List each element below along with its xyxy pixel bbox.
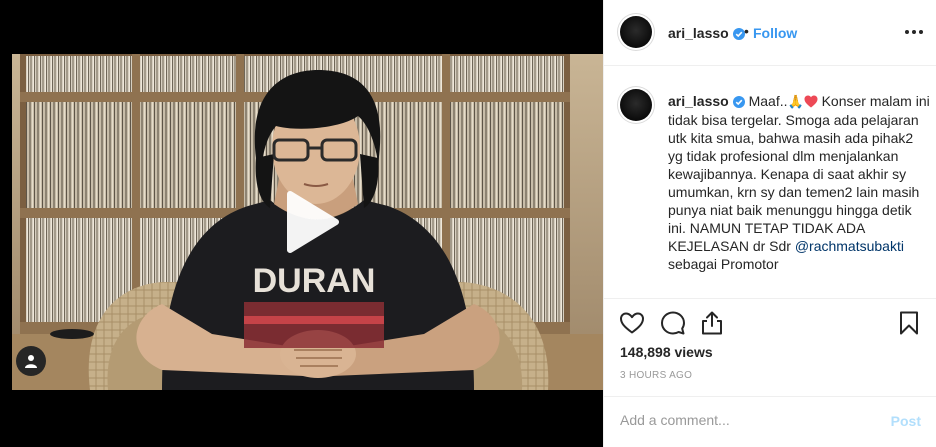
video-frame: DURAN xyxy=(12,54,603,390)
pray-emoji-icon: 🙏 xyxy=(787,94,804,109)
comment-icon xyxy=(661,311,685,335)
save-button[interactable] xyxy=(895,309,923,337)
comments-section: ari_lasso Maaf..🙏 Konser malam ini tidak… xyxy=(604,67,936,298)
post-caption: ari_lasso Maaf..🙏 Konser malam ini tidak… xyxy=(668,92,930,273)
play-button[interactable] xyxy=(270,186,342,258)
verified-badge-icon xyxy=(732,28,745,40)
verified-badge-icon xyxy=(732,96,745,108)
action-bar xyxy=(604,298,936,350)
user-tag-button[interactable] xyxy=(16,346,46,376)
heart-emoji-icon xyxy=(804,95,818,108)
post-side-panel: ari_lasso • Follow ari_lasso Maaf..🙏 Kon… xyxy=(603,0,936,447)
caption-text-3: sebagai Promotor xyxy=(668,256,779,272)
heart-icon xyxy=(620,312,644,334)
caption-mention-link[interactable]: @rachmatsubakti xyxy=(795,238,904,254)
post-timestamp[interactable]: 3 HOURS AGO xyxy=(620,370,692,381)
caption-text-2: Konser malam ini tidak bisa tergelar. Sm… xyxy=(668,93,930,254)
video-player[interactable]: DURAN xyxy=(0,0,603,447)
user-tag-icon xyxy=(25,355,37,368)
comment-input[interactable] xyxy=(620,409,870,431)
more-options-icon[interactable] xyxy=(905,22,923,42)
follow-button[interactable]: Follow xyxy=(753,25,797,41)
play-icon xyxy=(287,191,339,253)
header-username[interactable]: ari_lasso xyxy=(668,25,729,41)
share-button[interactable] xyxy=(698,309,726,337)
post-comment-button[interactable]: Post xyxy=(891,413,921,429)
caption-text-1: Maaf.. xyxy=(748,93,788,109)
view-count[interactable]: 148,898 views xyxy=(620,344,713,360)
avatar[interactable] xyxy=(620,16,652,48)
bookmark-icon xyxy=(900,311,918,335)
caption-avatar[interactable] xyxy=(620,89,652,121)
add-comment-bar: Post xyxy=(604,396,936,447)
post-header: ari_lasso • Follow xyxy=(604,0,936,66)
header-username-group: ari_lasso xyxy=(668,25,745,41)
header-separator: • xyxy=(744,23,749,39)
caption-username[interactable]: ari_lasso xyxy=(668,93,729,109)
share-icon xyxy=(702,311,722,335)
like-button[interactable] xyxy=(618,309,646,337)
comment-button[interactable] xyxy=(659,309,687,337)
shirt-print-text: DURAN xyxy=(253,262,376,300)
